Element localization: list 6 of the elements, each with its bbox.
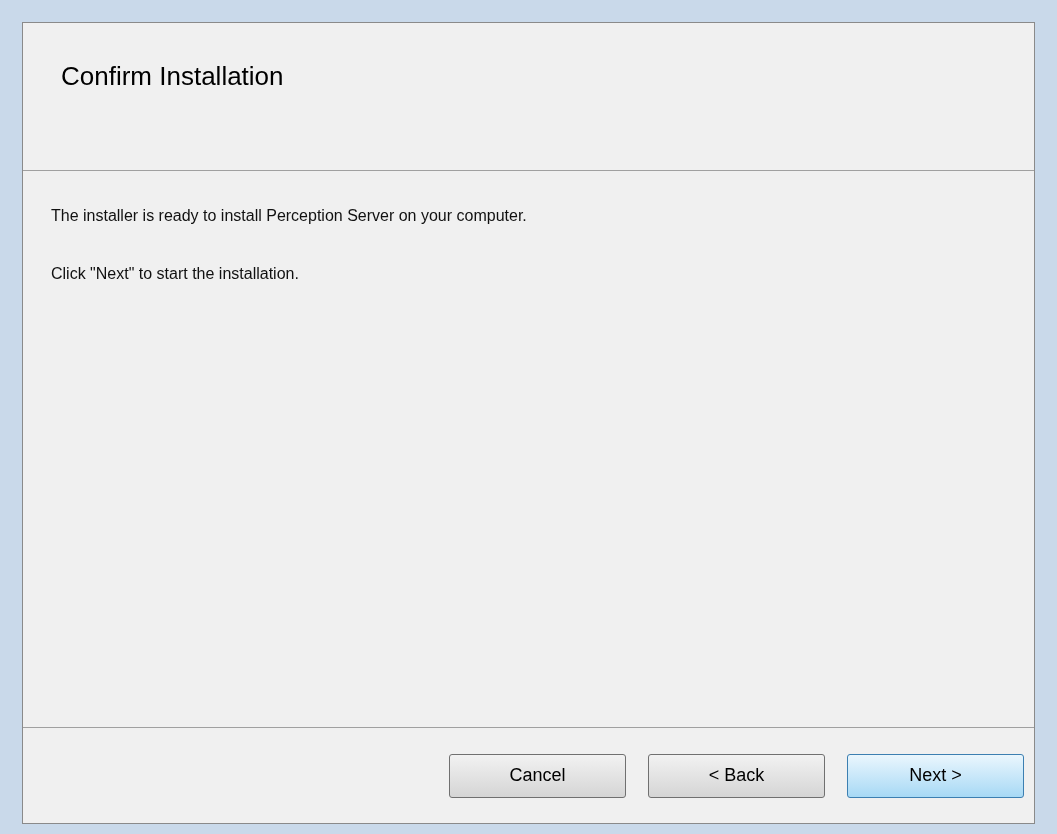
wizard-button[interactable]: Cancel <box>449 753 626 798</box>
wizard-button[interactable]: < Back <box>648 753 825 798</box>
instruction-text: The installer is ready to install Perception Server on your computer. <box>51 206 528 226</box>
page-title: Confirm Installation <box>61 60 285 93</box>
instruction-text: Click "Next" to start the installation. <box>51 264 300 284</box>
wizard-button[interactable]: Next > <box>847 753 1024 798</box>
